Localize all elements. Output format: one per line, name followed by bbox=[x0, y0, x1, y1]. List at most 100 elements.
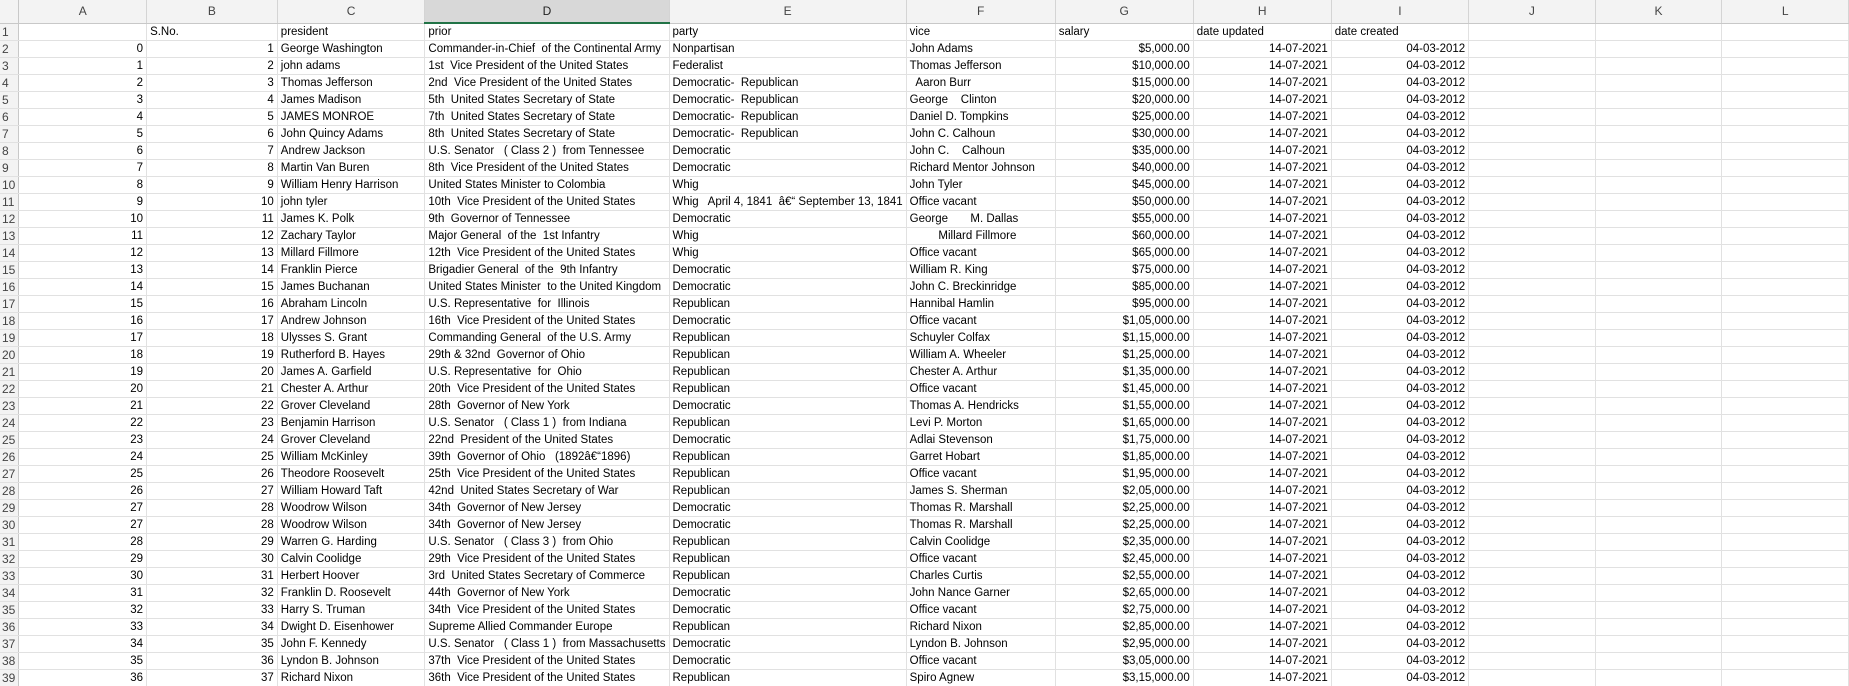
cell[interactable]: 32 bbox=[18, 601, 148, 619]
cell[interactable]: Herbert Hoover bbox=[277, 567, 426, 585]
cell[interactable]: William McKinley bbox=[277, 448, 426, 466]
column-header-f[interactable]: F bbox=[906, 0, 1056, 24]
row-number[interactable]: 16 bbox=[0, 278, 20, 296]
row-number[interactable]: 27 bbox=[0, 465, 20, 483]
cell[interactable]: William Howard Taft bbox=[277, 482, 426, 500]
cell[interactable]: Millard Fillmore bbox=[906, 227, 1056, 245]
cell[interactable]: U.S. Senator ( Class 1 ) from Massachuse… bbox=[424, 635, 670, 653]
cell[interactable]: $2,25,000.00 bbox=[1055, 516, 1194, 534]
cell[interactable]: 31 bbox=[146, 567, 278, 585]
cell[interactable]: 14-07-2021 bbox=[1193, 669, 1332, 686]
cell[interactable] bbox=[1595, 176, 1723, 194]
cell[interactable]: 04-03-2012 bbox=[1331, 227, 1470, 245]
cell[interactable]: 14-07-2021 bbox=[1193, 295, 1332, 313]
row-number[interactable]: 21 bbox=[0, 363, 20, 381]
cell[interactable]: 34th Governor of New Jersey bbox=[424, 499, 670, 517]
cell[interactable] bbox=[1721, 482, 1849, 500]
cell[interactable]: 04-03-2012 bbox=[1331, 91, 1470, 109]
row-number[interactable]: 9 bbox=[0, 159, 20, 177]
cell[interactable]: 26 bbox=[18, 482, 148, 500]
column-header-h[interactable]: H bbox=[1193, 0, 1332, 24]
cell[interactable] bbox=[1468, 567, 1596, 585]
cell[interactable]: 04-03-2012 bbox=[1331, 431, 1470, 449]
cell[interactable] bbox=[1468, 516, 1596, 534]
cell[interactable]: 22 bbox=[146, 397, 278, 415]
cell[interactable]: 14-07-2021 bbox=[1193, 652, 1332, 670]
column-header-k[interactable]: K bbox=[1595, 0, 1723, 24]
cell[interactable] bbox=[1721, 210, 1849, 228]
cell[interactable]: 14-07-2021 bbox=[1193, 312, 1332, 330]
cell[interactable]: James Buchanan bbox=[277, 278, 426, 296]
cell[interactable]: $2,45,000.00 bbox=[1055, 550, 1194, 568]
cell[interactable]: $45,000.00 bbox=[1055, 176, 1194, 194]
cell[interactable]: Democratic bbox=[669, 584, 907, 602]
cell[interactable]: Richard Nixon bbox=[906, 618, 1056, 636]
cell[interactable]: 34 bbox=[146, 618, 278, 636]
cell[interactable]: 16th Vice President of the United States bbox=[424, 312, 670, 330]
cell[interactable]: 14-07-2021 bbox=[1193, 346, 1332, 364]
cell[interactable]: Franklin Pierce bbox=[277, 261, 426, 279]
cell[interactable]: 28 bbox=[146, 516, 278, 534]
row-number[interactable]: 1 bbox=[0, 23, 20, 41]
cell[interactable]: John Nance Garner bbox=[906, 584, 1056, 602]
cell[interactable]: Office vacant bbox=[906, 193, 1056, 211]
row-number[interactable]: 22 bbox=[0, 380, 20, 398]
cell[interactable] bbox=[1595, 380, 1723, 398]
cell[interactable]: Republican bbox=[669, 363, 907, 381]
cell[interactable] bbox=[1468, 499, 1596, 517]
header-cell[interactable] bbox=[1595, 23, 1723, 41]
row-number[interactable]: 25 bbox=[0, 431, 20, 449]
cell[interactable] bbox=[1721, 227, 1849, 245]
cell[interactable]: 14-07-2021 bbox=[1193, 533, 1332, 551]
cell[interactable]: Democratic- Republican bbox=[669, 91, 907, 109]
cell[interactable] bbox=[1595, 91, 1723, 109]
cell[interactable] bbox=[1468, 227, 1596, 245]
cell[interactable]: 29 bbox=[146, 533, 278, 551]
cell[interactable]: Republican bbox=[669, 669, 907, 686]
cell[interactable]: James A. Garfield bbox=[277, 363, 426, 381]
cell[interactable]: Schuyler Colfax bbox=[906, 329, 1056, 347]
cell[interactable]: Federalist bbox=[669, 57, 907, 75]
cell[interactable]: 2 bbox=[18, 74, 148, 92]
cell[interactable]: Charles Curtis bbox=[906, 567, 1056, 585]
cell[interactable]: 2nd Vice President of the United States bbox=[424, 74, 670, 92]
cell[interactable]: Thomas R. Marshall bbox=[906, 516, 1056, 534]
cell[interactable]: 04-03-2012 bbox=[1331, 261, 1470, 279]
column-header-b[interactable]: B bbox=[146, 0, 278, 24]
cell[interactable] bbox=[1721, 414, 1849, 432]
cell[interactable]: 19 bbox=[146, 346, 278, 364]
cell[interactable]: Richard Mentor Johnson bbox=[906, 159, 1056, 177]
cell[interactable]: 04-03-2012 bbox=[1331, 380, 1470, 398]
cell[interactable]: Republican bbox=[669, 380, 907, 398]
row-number[interactable]: 37 bbox=[0, 635, 20, 653]
cell[interactable] bbox=[1595, 584, 1723, 602]
cell[interactable]: Hannibal Hamlin bbox=[906, 295, 1056, 313]
cell[interactable] bbox=[1468, 363, 1596, 381]
cell[interactable]: 15 bbox=[146, 278, 278, 296]
cell[interactable]: 1 bbox=[146, 40, 278, 58]
cell[interactable]: 34th Governor of New Jersey bbox=[424, 516, 670, 534]
cell[interactable]: 4 bbox=[146, 91, 278, 109]
cell[interactable]: 23 bbox=[18, 431, 148, 449]
cell[interactable]: Republican bbox=[669, 533, 907, 551]
select-all-corner[interactable] bbox=[0, 0, 20, 24]
row-number[interactable]: 29 bbox=[0, 499, 20, 517]
header-cell[interactable]: S.No. bbox=[146, 23, 278, 41]
cell[interactable]: 14-07-2021 bbox=[1193, 125, 1332, 143]
cell[interactable]: 14-07-2021 bbox=[1193, 499, 1332, 517]
cell[interactable]: 14-07-2021 bbox=[1193, 227, 1332, 245]
column-header-e[interactable]: E bbox=[669, 0, 907, 24]
cell[interactable]: $65,000.00 bbox=[1055, 244, 1194, 262]
cell[interactable]: Office vacant bbox=[906, 601, 1056, 619]
cell[interactable]: 44th Governor of New York bbox=[424, 584, 670, 602]
cell[interactable] bbox=[1468, 261, 1596, 279]
cell[interactable]: 14-07-2021 bbox=[1193, 261, 1332, 279]
cell[interactable]: 14-07-2021 bbox=[1193, 176, 1332, 194]
cell[interactable]: 04-03-2012 bbox=[1331, 278, 1470, 296]
row-number[interactable]: 38 bbox=[0, 652, 20, 670]
cell[interactable]: 23 bbox=[146, 414, 278, 432]
cell[interactable]: James S. Sherman bbox=[906, 482, 1056, 500]
cell[interactable]: Office vacant bbox=[906, 380, 1056, 398]
cell[interactable]: 04-03-2012 bbox=[1331, 584, 1470, 602]
cell[interactable]: 14-07-2021 bbox=[1193, 550, 1332, 568]
